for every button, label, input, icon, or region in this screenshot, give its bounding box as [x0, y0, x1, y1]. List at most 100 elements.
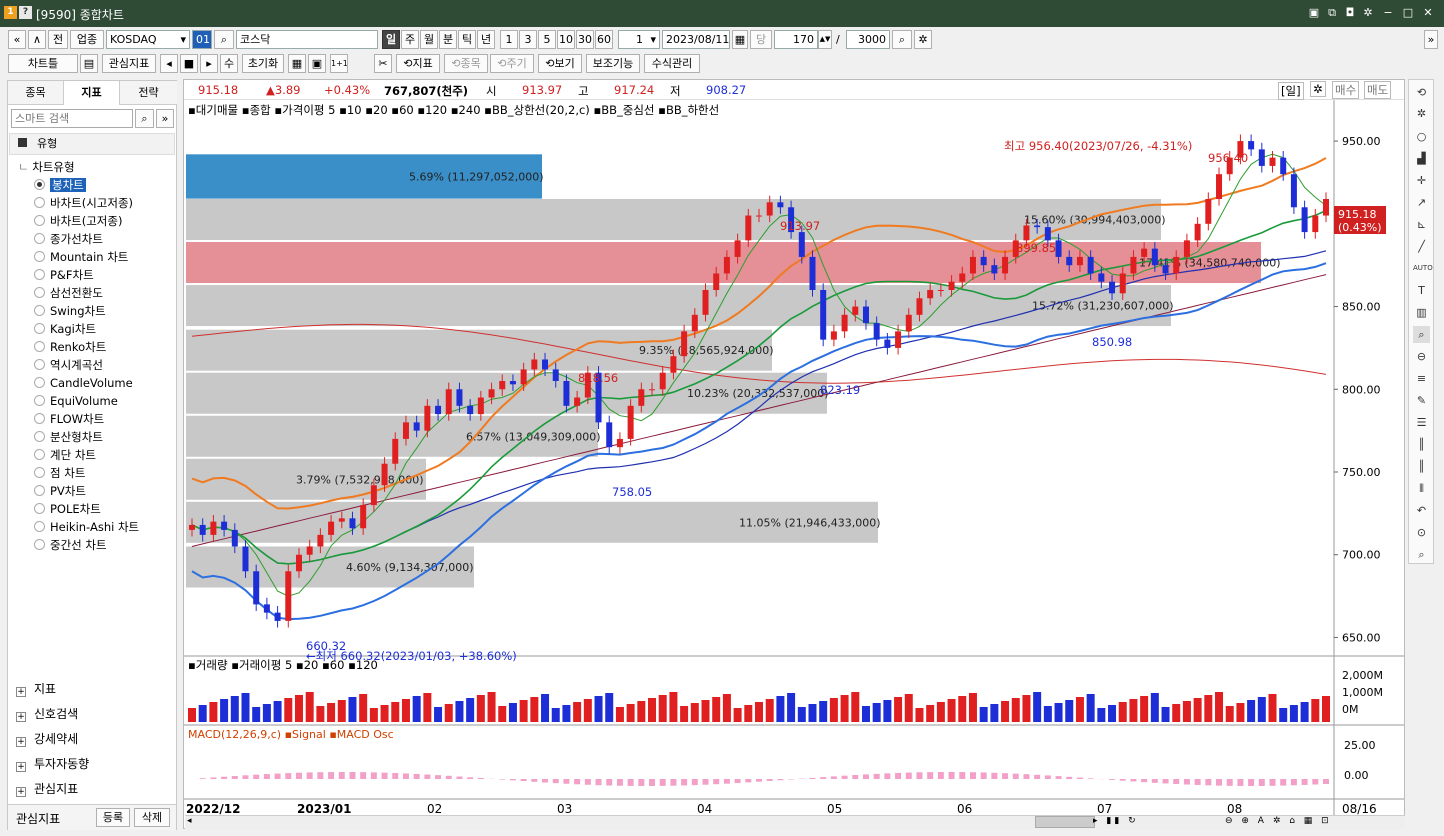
sector-button[interactable]: 업종	[70, 30, 104, 49]
double-down-icon[interactable]: »	[156, 109, 174, 128]
dang-button[interactable]: 당	[750, 30, 772, 49]
period-month[interactable]: 월	[420, 30, 438, 49]
minimize-icon[interactable]: −	[1380, 5, 1396, 21]
auto-icon[interactable]: AUTO	[1413, 260, 1433, 277]
chart-item[interactable]: FLOW차트	[34, 410, 104, 428]
settings-icon[interactable]: ✲	[1360, 5, 1376, 21]
section-watch[interactable]: + 관심지표	[16, 778, 78, 800]
tab-strategy[interactable]: 전략	[120, 81, 177, 105]
section-strength[interactable]: + 강세약세	[16, 728, 78, 750]
grid-icon[interactable]: ▦	[288, 54, 306, 73]
watch-indicator-button[interactable]: 관심지표	[102, 54, 156, 73]
date-field[interactable]: 2023/08/11	[662, 30, 730, 49]
chart-item[interactable]: 역시계곡선	[34, 356, 103, 374]
chart-item[interactable]: CandleVolume	[34, 374, 133, 392]
chart-item[interactable]: 점 차트	[34, 464, 85, 482]
cross-icon[interactable]: ✛	[1413, 172, 1430, 189]
bars2-icon[interactable]: ║	[1413, 436, 1430, 453]
chart-item[interactable]: Heikin-Ashi 차트	[34, 518, 139, 536]
chart-svg[interactable]: 5.69% (11,297,052,000) 15.60% (30,994,403…	[184, 100, 1404, 829]
chart-item[interactable]: P&F차트	[34, 266, 94, 284]
indicator-refresh-button[interactable]: ⟲지표	[396, 54, 440, 73]
chart-item[interactable]: Kagi차트	[34, 320, 96, 338]
horizontal-scrollbar[interactable]: ◂ ▸ ▮▮ ↻ ⊖ ⊕ A ✲ ⌂ ▦ ⊡	[185, 815, 1405, 829]
min-10[interactable]: 10	[557, 30, 575, 49]
chart-item[interactable]: 중간선 차트	[34, 536, 107, 554]
gear-icon[interactable]: ✲	[914, 30, 932, 49]
search-icon[interactable]: ⌕	[214, 30, 234, 49]
ruler-icon[interactable]: ⊾	[1413, 216, 1430, 233]
chart-item[interactable]: EquiVolume	[34, 392, 118, 410]
trend-icon[interactable]: ↗	[1413, 194, 1430, 211]
buy-button[interactable]: 매수	[1332, 81, 1360, 99]
undo-icon[interactable]: ↶	[1413, 502, 1430, 519]
chartbox-button[interactable]: 차트틀	[8, 54, 78, 73]
circle-icon[interactable]: ○	[1413, 128, 1430, 145]
sell-button[interactable]: 매도	[1364, 81, 1392, 99]
bars-field[interactable]: 170	[774, 30, 818, 49]
tab-item[interactable]: 종목	[8, 81, 64, 105]
gear-icon[interactable]: ✲	[1413, 105, 1430, 122]
save-icon[interactable]: ▤	[80, 54, 98, 73]
search-icon[interactable]: ⌕	[135, 109, 154, 128]
mult-button[interactable]: 1+1	[330, 54, 348, 73]
chart-item[interactable]: POLE차트	[34, 500, 101, 518]
align-icon[interactable]: ☰	[1413, 414, 1430, 431]
lock-icon[interactable]: ⊙	[1413, 524, 1430, 541]
chart-item[interactable]: Mountain 차트	[34, 248, 128, 266]
item-refresh-button[interactable]: ⟲종목	[444, 54, 488, 73]
period-refresh-button[interactable]: ⟲주기	[490, 54, 534, 73]
chart-item[interactable]: 분산형차트	[34, 428, 103, 446]
bars3-icon[interactable]: ║	[1413, 458, 1430, 475]
zoom-icon[interactable]: ⌕	[1413, 326, 1430, 343]
period-minute[interactable]: 분	[439, 30, 457, 49]
bars-icon[interactable]: ▥	[1413, 304, 1430, 321]
chart-item[interactable]: PV차트	[34, 482, 86, 500]
min-5[interactable]: 5	[538, 30, 556, 49]
stop-icon[interactable]: ■	[180, 54, 198, 73]
aux-function-button[interactable]: 보조기능	[586, 54, 640, 73]
zoom-icon[interactable]: ⌕	[892, 30, 912, 49]
chart-type-group[interactable]: ㄴ 차트유형	[18, 158, 75, 176]
register-button[interactable]: 등록	[96, 808, 130, 827]
chart-item-candle[interactable]: 봉차트	[34, 176, 86, 194]
prev-button[interactable]: 전	[48, 30, 68, 49]
maximize-icon[interactable]: □	[1400, 5, 1416, 21]
layout-icon[interactable]: ▣	[308, 54, 326, 73]
chart-item[interactable]: 삼선전환도	[34, 284, 103, 302]
formula-button[interactable]: 수식관리	[644, 54, 700, 73]
spin-icon[interactable]: ▲▼	[818, 30, 832, 49]
market-select[interactable]: KOSDAQ ▾	[106, 30, 190, 49]
period-tick[interactable]: 틱	[458, 30, 476, 49]
min-3[interactable]: 3	[519, 30, 537, 49]
reset-button[interactable]: 초기화	[242, 54, 284, 73]
period-day[interactable]: 일	[382, 30, 400, 49]
chart-item[interactable]: 종가선차트	[34, 230, 103, 248]
text-icon[interactable]: T	[1413, 282, 1430, 299]
period-day-button[interactable]: [일]	[1278, 82, 1304, 100]
section-indicator[interactable]: + 지표	[16, 678, 56, 700]
tab-indicator[interactable]: 지표	[64, 81, 120, 105]
eq-icon[interactable]: ≡	[1413, 370, 1430, 387]
search-icon[interactable]: ⌕	[1413, 546, 1430, 563]
chart-item[interactable]: Renko차트	[34, 338, 106, 356]
help-icon[interactable]: ?	[19, 6, 32, 19]
chart-item[interactable]: 계단 차트	[34, 446, 96, 464]
nav-up-button[interactable]: ∧	[28, 30, 46, 49]
chart-icon[interactable]: ▟	[1413, 150, 1430, 167]
min-60[interactable]: 60	[595, 30, 613, 49]
chart-item[interactable]: 바차트(고저종)	[34, 212, 122, 230]
step-back-icon[interactable]: ◂	[160, 54, 178, 73]
camera-icon[interactable]: ◘	[1342, 5, 1358, 21]
chart-item[interactable]: 바차트(시고저종)	[34, 194, 133, 212]
min-30[interactable]: 30	[576, 30, 594, 49]
brush-icon[interactable]: ✎	[1413, 392, 1430, 409]
step-forward-icon[interactable]: ▸	[200, 54, 218, 73]
copy-icon[interactable]: ⧉	[1324, 5, 1340, 21]
code-field[interactable]: 01	[192, 30, 212, 49]
zoom-out-icon[interactable]: ⊖	[1413, 348, 1430, 365]
bars4-icon[interactable]: ⦀	[1413, 480, 1430, 497]
step-button[interactable]: 수	[220, 54, 238, 73]
scissors-icon[interactable]: ✂	[374, 54, 392, 73]
expand-button[interactable]: »	[1424, 30, 1438, 49]
